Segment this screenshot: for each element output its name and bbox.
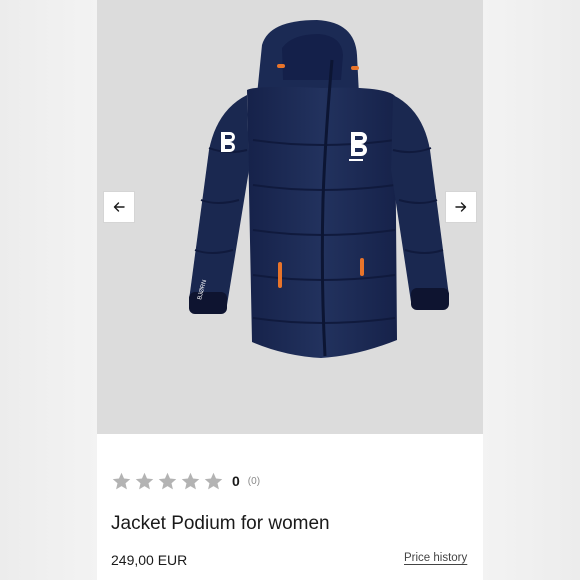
product-page: BJØRN 0 (0) Jacket Podium for women 249,… — [97, 0, 483, 580]
star-icon — [135, 472, 154, 489]
arrow-left-icon — [113, 202, 125, 212]
background-right — [483, 0, 580, 580]
rating-stars — [111, 471, 224, 492]
next-image-button[interactable] — [446, 192, 476, 222]
product-price: 249,00 EUR — [111, 552, 188, 568]
jacket-image: BJØRN — [189, 20, 449, 358]
previous-image-button[interactable] — [104, 192, 134, 222]
star-icon — [181, 472, 200, 489]
product-rating[interactable]: 0 (0) — [111, 470, 260, 492]
product-gallery[interactable]: BJØRN — [97, 0, 483, 434]
background-left — [0, 0, 97, 580]
product-title: Jacket Podium for women — [111, 513, 330, 534]
arrow-right-icon — [455, 202, 467, 212]
star-icon — [158, 472, 177, 489]
star-icon — [112, 472, 131, 489]
review-count: (0) — [247, 475, 261, 487]
price-history-link[interactable]: Price history — [404, 552, 467, 564]
star-icon — [204, 472, 223, 489]
rating-value: 0 — [232, 473, 240, 489]
